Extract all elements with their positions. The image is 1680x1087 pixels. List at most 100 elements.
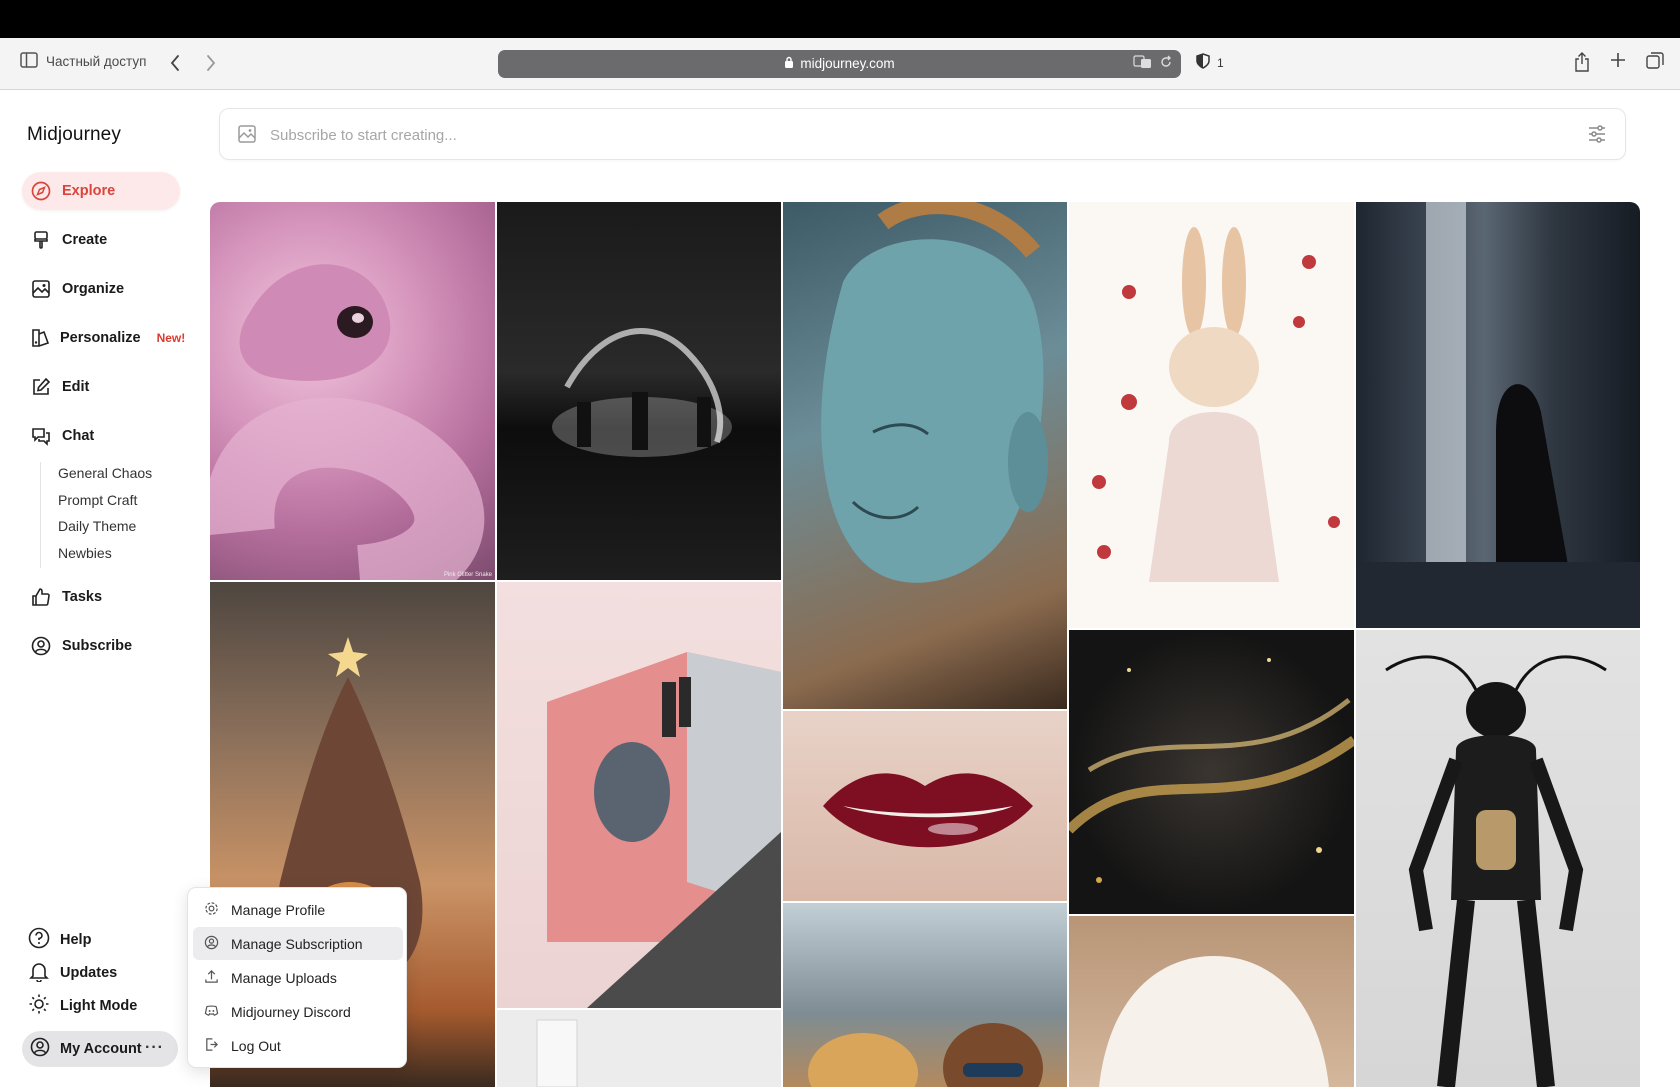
gallery-tile-couple[interactable] <box>783 903 1067 1087</box>
personalize-icon <box>30 327 50 349</box>
menu-item-label: Manage Profile <box>231 901 326 918</box>
gold-swirl-artwork <box>1069 658 1354 883</box>
more-icon[interactable]: ··· <box>145 1039 164 1057</box>
gallery-tile-window[interactable] <box>497 1010 781 1087</box>
reload-icon[interactable] <box>1159 55 1173 72</box>
gallery-tile-ant-robot[interactable] <box>1356 630 1640 1087</box>
back-icon[interactable] <box>166 50 184 76</box>
lock-icon <box>784 56 794 71</box>
chat-room-daily-theme[interactable]: Daily Theme <box>58 518 198 534</box>
address-bar[interactable]: midjourney.com <box>498 50 1181 78</box>
my-account-button[interactable]: My Account ··· <box>22 1031 178 1067</box>
sidebar-item-label: Edit <box>62 379 90 395</box>
sidebar-item-tasks[interactable]: Tasks <box>22 578 180 616</box>
sidebar-toggle[interactable]: Частный доступ <box>20 52 146 71</box>
prompt-input[interactable] <box>270 122 1470 148</box>
gallery-tile-gold-swirl[interactable] <box>1069 630 1354 914</box>
gallery-tile-bunny[interactable] <box>1069 202 1354 628</box>
user-circle-icon <box>30 635 52 657</box>
updates-link[interactable]: Updates <box>28 960 117 986</box>
ghosts-artwork <box>552 327 732 457</box>
menu-item-manage-profile[interactable]: Manage Profile <box>193 893 403 926</box>
translate-icon[interactable] <box>1133 55 1153 72</box>
help-label: Help <box>60 932 92 948</box>
help-link[interactable]: Help <box>28 927 91 953</box>
menu-item-label: Manage Subscription <box>231 935 363 952</box>
menu-item-midjourney-discord[interactable]: Midjourney Discord <box>193 995 403 1028</box>
upload-icon <box>204 969 219 987</box>
sidebar-item-chat[interactable]: Chat <box>22 417 180 455</box>
top-bezel <box>0 0 1680 38</box>
new-badge: New! <box>156 331 186 345</box>
sidebar-item-organize[interactable]: Organize <box>22 270 180 308</box>
sidebar-item-label: Explore <box>62 183 116 199</box>
sidebar-item-label: Subscribe <box>62 638 133 654</box>
prompt-bar <box>219 108 1626 160</box>
shield-icon <box>1196 53 1210 72</box>
edit-icon <box>30 376 52 398</box>
sidebar-item-create[interactable]: Create <box>22 221 180 259</box>
menu-item-log-out[interactable]: Log Out <box>193 1029 403 1062</box>
settings-sliders-icon[interactable] <box>1587 124 1607 149</box>
sidebar-item-explore[interactable]: Explore <box>22 172 180 210</box>
menu-item-manage-uploads[interactable]: Manage Uploads <box>193 961 403 994</box>
sidebar-item-edit[interactable]: Edit <box>22 368 180 406</box>
sidebar-item-label: Tasks <box>62 589 103 605</box>
gallery-tile-buddha[interactable] <box>783 202 1067 709</box>
sidebar-item-label: Organize <box>62 281 125 297</box>
browser-toolbar: Частный доступ midjourney.com 1 <box>0 38 1680 90</box>
buddha-artwork <box>821 202 1048 583</box>
ant-robot-artwork <box>1385 655 1607 1087</box>
chat-icon <box>30 425 52 447</box>
new-tab-icon[interactable] <box>1610 52 1626 77</box>
image-icon <box>30 278 52 300</box>
gallery-tile-dark-figure[interactable] <box>1356 202 1640 628</box>
privacy-report[interactable]: 1 <box>1196 53 1224 72</box>
dark-figure-artwork <box>1356 202 1640 628</box>
sidebar-item-subscribe[interactable]: Subscribe <box>22 627 180 665</box>
chat-room-prompt-craft[interactable]: Prompt Craft <box>58 492 198 508</box>
red-building-artwork <box>547 652 781 1008</box>
gallery-tile-lips[interactable] <box>783 711 1067 901</box>
brush-icon <box>30 229 52 251</box>
brand-logo[interactable]: Midjourney <box>27 124 121 146</box>
bunny-artwork <box>1092 227 1340 582</box>
image-upload-icon[interactable] <box>237 124 257 149</box>
gallery-tile-ghosts[interactable] <box>497 202 781 580</box>
menu-item-label: Log Out <box>231 1037 281 1054</box>
url-text: midjourney.com <box>800 56 895 71</box>
gear-icon <box>204 901 219 919</box>
sidebar-item-label: Personalize <box>60 330 141 346</box>
snake-artwork <box>210 264 485 580</box>
chat-room-general-chaos[interactable]: General Chaos <box>58 465 198 481</box>
light-mode-toggle[interactable]: Light Mode <box>28 993 137 1019</box>
share-icon[interactable] <box>1574 52 1590 77</box>
tile-caption: Pink Glitter Snake <box>443 572 492 578</box>
gallery-tile-white-cat[interactable] <box>1069 916 1354 1087</box>
sidebar-item-label: Chat <box>62 428 95 444</box>
lips-artwork <box>823 773 1033 848</box>
window-artwork <box>536 1019 578 1087</box>
updates-label: Updates <box>60 965 118 981</box>
light-mode-label: Light Mode <box>60 998 138 1014</box>
thumbs-up-icon <box>30 586 52 608</box>
my-account-label: My Account <box>60 1041 142 1057</box>
bell-icon <box>28 960 50 986</box>
account-menu: Manage Profile Manage Subscription Manag… <box>187 887 407 1068</box>
user-circle-icon <box>204 935 219 953</box>
menu-item-manage-subscription[interactable]: Manage Subscription <box>193 927 403 960</box>
gallery-tile-pink-snake[interactable]: Pink Glitter Snake <box>210 202 495 580</box>
couple-artwork <box>808 1023 1043 1087</box>
tabs-overview-icon[interactable] <box>1646 52 1664 77</box>
sidebar-item-personalize[interactable]: Personalize New! <box>22 319 185 357</box>
chat-room-newbies[interactable]: Newbies <box>58 545 198 561</box>
forward-icon[interactable] <box>202 50 220 76</box>
private-browsing-label: Частный доступ <box>46 54 147 69</box>
menu-item-label: Midjourney Discord <box>231 1003 351 1020</box>
chat-rooms-divider <box>40 462 41 568</box>
shield-count: 1 <box>1217 55 1224 70</box>
logout-icon <box>204 1037 219 1055</box>
user-circle-icon <box>30 1037 50 1061</box>
gallery-tile-red-building[interactable] <box>497 582 781 1008</box>
sidebar-item-label: Create <box>62 232 108 248</box>
